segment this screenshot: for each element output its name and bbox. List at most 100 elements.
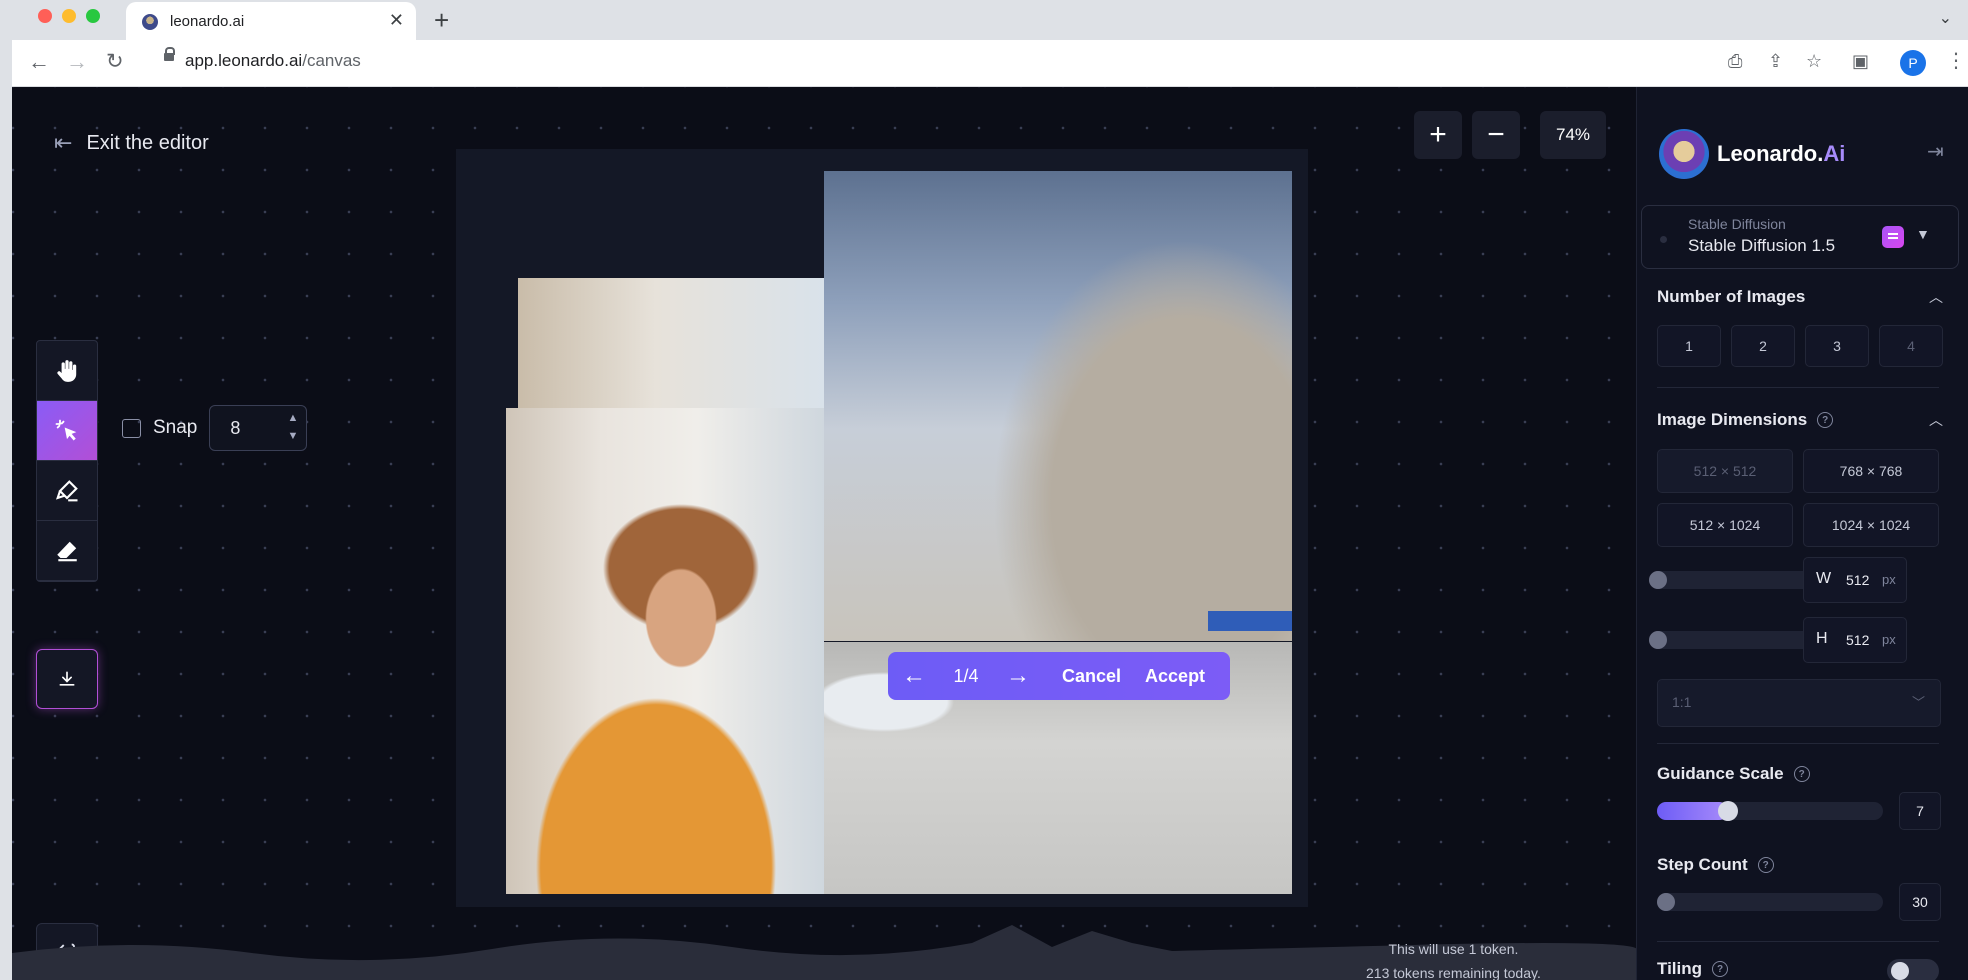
- guidance-scale-label: Guidance Scale: [1657, 764, 1784, 783]
- generation-review-bar: ← 1/4 → Cancel Accept: [888, 652, 1230, 700]
- close-window-button[interactable]: [38, 9, 52, 23]
- step-count-thumb[interactable]: [1657, 893, 1675, 911]
- height-input[interactable]: H 512 px: [1803, 617, 1907, 663]
- accept-button[interactable]: Accept: [1133, 666, 1217, 687]
- save-page-icon[interactable]: ⎙: [1728, 51, 1742, 72]
- dimension-512x1024[interactable]: 512 × 1024: [1657, 503, 1793, 547]
- width-letter: W: [1816, 570, 1832, 587]
- stepper-up-icon[interactable]: ▲: [287, 412, 298, 424]
- bookmark-star-icon[interactable]: ☆: [1806, 51, 1822, 72]
- guidance-scale-title: Guidance Scale ?: [1657, 764, 1810, 784]
- width-input[interactable]: W 512 px: [1803, 557, 1907, 603]
- brand: Leonardo.Ai: [1659, 129, 1845, 179]
- aspect-ratio-select[interactable]: 1:1 ﹀: [1657, 679, 1941, 727]
- blue-sign-detail: [1208, 611, 1292, 631]
- step-count-value[interactable]: 30: [1899, 883, 1941, 921]
- collapse-panel-icon[interactable]: ⇥: [1927, 139, 1944, 164]
- browser-tab[interactable]: leonardo.ai ✕: [126, 2, 416, 40]
- leonardo-favicon-icon: [142, 14, 158, 30]
- zoom-in-button[interactable]: +: [1414, 111, 1462, 159]
- dimension-768x768[interactable]: 768 × 768: [1803, 449, 1939, 493]
- minimize-window-button[interactable]: [62, 9, 76, 23]
- stepper-down-icon[interactable]: ▼: [287, 430, 298, 442]
- image-dimensions-label: Image Dimensions: [1657, 410, 1808, 429]
- download-button[interactable]: [36, 649, 98, 709]
- zoom-out-button[interactable]: −: [1472, 111, 1520, 159]
- tab-search-chevron-icon[interactable]: ⌄: [1939, 8, 1952, 28]
- side-panel-icon[interactable]: ▣: [1852, 51, 1869, 72]
- width-slider-thumb[interactable]: [1649, 571, 1667, 589]
- lock-icon[interactable]: [164, 47, 175, 61]
- help-icon[interactable]: ?: [1817, 412, 1834, 428]
- reload-icon[interactable]: ↻: [106, 49, 124, 74]
- outpainted-image-region: [824, 171, 1292, 641]
- help-icon[interactable]: ?: [1793, 766, 1810, 782]
- help-icon[interactable]: ?: [1757, 857, 1774, 873]
- snap-label: Snap: [153, 417, 198, 438]
- tab-close-icon[interactable]: ✕: [389, 10, 404, 31]
- snap-controls: Snap 8 ▲ ▼: [122, 405, 308, 451]
- tool-palette: [36, 340, 98, 582]
- canvas-area[interactable]: ⇤ Exit the editor + − 74% Snap 8 ▲ ▼ ← 1…: [12, 87, 1636, 980]
- draw-mask-tool[interactable]: [37, 461, 97, 521]
- guidance-scale-value[interactable]: 7: [1899, 792, 1941, 830]
- height-slider-thumb[interactable]: [1649, 631, 1667, 649]
- share-icon[interactable]: ⇪: [1768, 51, 1783, 72]
- exit-editor-label: Exit the editor: [86, 131, 209, 154]
- eraser-icon: [57, 541, 77, 561]
- model-value: Stable Diffusion 1.5: [1688, 236, 1836, 255]
- dropdown-caret-icon: ▼: [1916, 226, 1930, 242]
- tiling-label: Tiling: [1657, 959, 1703, 978]
- download-icon: [59, 671, 75, 686]
- more-menu-icon[interactable]: ⋮: [1946, 48, 1966, 73]
- image-upload-tool[interactable]: [37, 581, 97, 582]
- new-tab-plus-icon[interactable]: +: [434, 5, 449, 36]
- next-arrow-icon[interactable]: →: [992, 662, 1044, 690]
- url-host: app.leonardo.ai: [185, 51, 303, 70]
- model-info-icon[interactable]: [1882, 226, 1904, 248]
- snap-checkbox[interactable]: [122, 418, 141, 438]
- eraser-tool[interactable]: [37, 521, 97, 581]
- maximize-window-button[interactable]: [86, 9, 100, 23]
- back-arrow-icon[interactable]: ←: [28, 49, 50, 75]
- brush-icon: [56, 479, 78, 501]
- step-count-slider[interactable]: [1657, 893, 1883, 911]
- collapse-chevron-up-icon[interactable]: ︿: [1929, 287, 1943, 307]
- address-bar[interactable]: app.leonardo.ai/canvas: [185, 51, 361, 71]
- previous-arrow-icon[interactable]: ←: [888, 662, 940, 690]
- height-slider[interactable]: [1649, 631, 1821, 649]
- model-status-dot: [1660, 236, 1667, 243]
- dimension-1024x1024[interactable]: 1024 × 1024: [1803, 503, 1939, 547]
- num-images-4[interactable]: 4: [1879, 325, 1943, 367]
- num-images-2[interactable]: 2: [1731, 325, 1795, 367]
- browser-tab-strip: leonardo.ai ✕ + ⌄: [0, 0, 1968, 40]
- num-images-1[interactable]: 1: [1657, 325, 1721, 367]
- dimension-512x512[interactable]: 512 × 512: [1657, 449, 1793, 493]
- guidance-scale-slider[interactable]: [1657, 801, 1883, 821]
- divider: [1657, 387, 1939, 388]
- number-of-images-title: Number of Images: [1657, 287, 1805, 307]
- forward-arrow-icon[interactable]: →: [66, 49, 88, 75]
- zoom-level[interactable]: 74%: [1540, 111, 1606, 159]
- select-tool[interactable]: [37, 401, 97, 461]
- divider: [1657, 941, 1939, 942]
- guidance-scale-thumb[interactable]: [1718, 801, 1738, 821]
- num-images-3[interactable]: 3: [1805, 325, 1869, 367]
- width-value: 512: [1846, 572, 1870, 588]
- divider: [1657, 743, 1939, 744]
- tab-title: leonardo.ai: [170, 13, 245, 30]
- collapse-chevron-up-icon[interactable]: ︿: [1929, 410, 1943, 430]
- brand-name: Leonardo.Ai: [1717, 141, 1845, 167]
- leonardo-logo-icon: [1659, 129, 1709, 179]
- exit-editor-button[interactable]: ⇤ Exit the editor: [54, 130, 209, 156]
- step-count-label: Step Count: [1657, 855, 1748, 874]
- width-slider[interactable]: [1649, 571, 1821, 589]
- tiling-toggle[interactable]: [1887, 959, 1939, 980]
- model-select[interactable]: Stable Diffusion Stable Diffusion 1.5 ▼: [1641, 205, 1959, 269]
- snap-size-stepper[interactable]: 8 ▲ ▼: [209, 405, 308, 451]
- profile-avatar[interactable]: P: [1900, 50, 1926, 76]
- hand-tool[interactable]: [37, 341, 97, 401]
- url-path: /canvas: [302, 51, 361, 70]
- cancel-button[interactable]: Cancel: [1050, 666, 1133, 687]
- help-icon[interactable]: ?: [1712, 961, 1729, 977]
